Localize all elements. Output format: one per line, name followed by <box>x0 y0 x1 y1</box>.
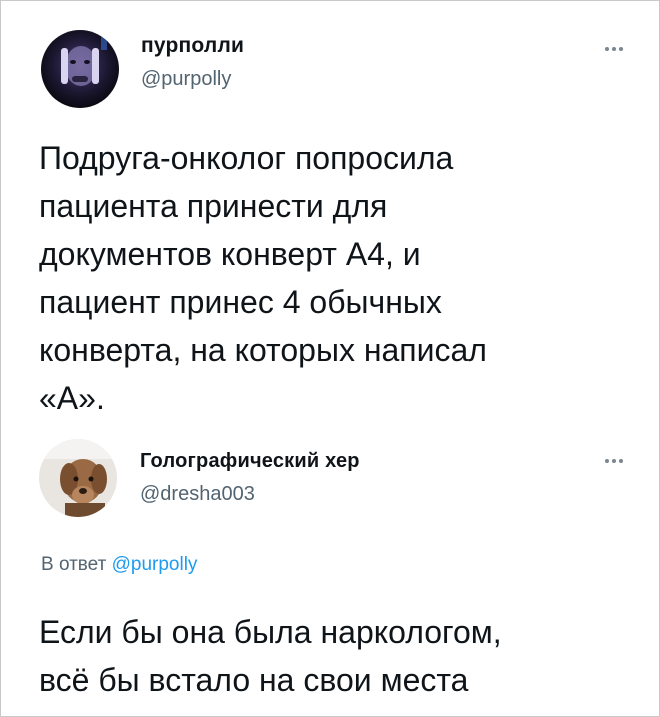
avatar-image <box>41 30 119 108</box>
author-handle[interactable]: @purpolly <box>141 68 231 91</box>
reply-avatar-image <box>39 439 117 517</box>
reply-avatar[interactable] <box>39 439 117 517</box>
author-name[interactable]: пурполли <box>141 34 244 58</box>
more-horizontal-icon[interactable] <box>599 453 629 469</box>
reply-prefix: В ответ <box>41 554 107 575</box>
reply-context: В ответ @purpolly <box>41 554 197 576</box>
tweet-text: Подруга-онколог попросила пациента прине… <box>39 140 487 416</box>
reply-author-handle[interactable]: @dresha003 <box>140 483 255 506</box>
screenshot-frame: пурполли @purpolly Подруга-онколог попро… <box>0 0 660 717</box>
more-horizontal-icon[interactable] <box>599 41 629 57</box>
reply-author-name[interactable]: Голографический хер <box>140 450 360 473</box>
avatar[interactable] <box>41 30 119 108</box>
reply-text: Если бы она была наркологом, всё бы вста… <box>39 614 502 698</box>
reply-handle-link[interactable]: @purpolly <box>112 554 198 575</box>
